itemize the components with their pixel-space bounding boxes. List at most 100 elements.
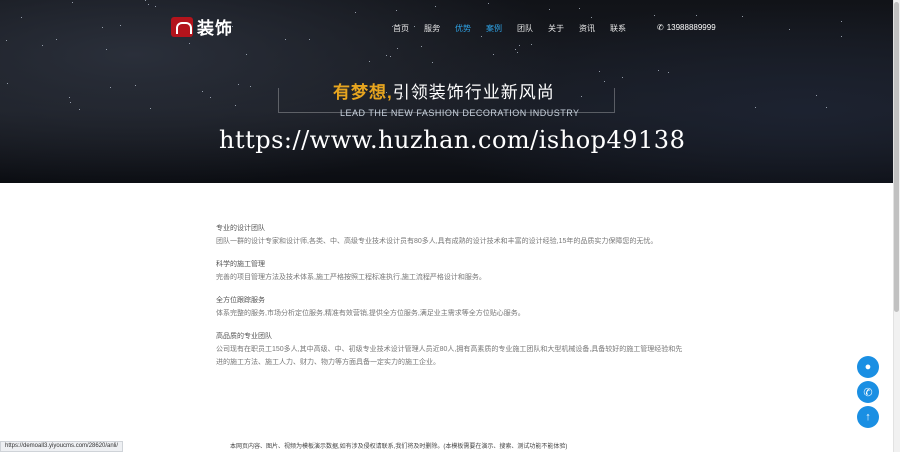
nav-item-cases[interactable]: 案例	[486, 23, 517, 34]
footer-disclaimer: 本网页内容、图片、视频为模板演示数据,如有涉及侵权请联系,我们将及时删除。(本模…	[230, 444, 568, 450]
star	[578, 8, 580, 10]
star	[840, 35, 842, 37]
star	[21, 16, 23, 18]
star	[246, 53, 248, 55]
star	[148, 4, 150, 6]
star	[106, 48, 108, 50]
star	[309, 38, 311, 40]
star	[71, 2, 73, 4]
feature-text: 团队一群的设计专家和设计师,各类、中、高级专业技术设计员有80多人,具有成熟的设…	[216, 238, 658, 245]
feature-item: 全方位跟踪服务 体系完整的服务,市场分析定位服务,精准有效营销,提供全方位服务,…	[216, 294, 686, 320]
slogan-text: 引领装饰行业新风尚	[392, 83, 555, 102]
star	[591, 17, 593, 19]
star	[826, 106, 828, 108]
star	[144, 0, 146, 2]
star	[7, 83, 9, 85]
hero-slogan: 有梦想,引领装饰行业新风尚	[333, 78, 555, 103]
star	[234, 105, 236, 107]
phone-icon: ✆	[657, 23, 664, 32]
star	[516, 51, 518, 53]
nav-item-home[interactable]: 首页	[393, 23, 424, 34]
nav-item-team[interactable]: 团队	[517, 23, 548, 34]
feature-heading: 专业的设计团队	[216, 225, 265, 232]
feature-heading: 高品质的专业团队	[216, 333, 272, 340]
feature-text: 完善的项目管理方法及技术体系,施工严格按照工程标准执行,施工流程严格设计和服务。	[216, 274, 486, 281]
main-nav: 首页 服务 优势 案例 团队 关于 资讯 联系	[393, 23, 641, 34]
call-button[interactable]: ✆	[857, 381, 879, 403]
star	[6, 39, 8, 41]
page-scrollbar[interactable]	[893, 0, 900, 452]
star	[250, 85, 252, 87]
logo-text: 装饰	[197, 19, 233, 38]
star	[434, 5, 436, 7]
star	[210, 97, 211, 99]
star	[110, 87, 112, 89]
feature-item: 专业的设计团队 团队一群的设计专家和设计师,各类、中、高级专业技术设计员有80多…	[216, 222, 686, 248]
star	[135, 85, 137, 86]
hero-sub-slogan: LEAD THE NEW FASHION DECORATION INDUSTRY	[340, 108, 580, 118]
star	[667, 71, 669, 73]
nav-item-service[interactable]: 服务	[424, 23, 455, 34]
star	[431, 61, 433, 63]
feature-item: 科学的施工管理 完善的项目管理方法及技术体系,施工严格按照工程标准执行,施工流程…	[216, 258, 686, 284]
star	[202, 91, 204, 93]
star	[155, 5, 157, 7]
star	[695, 15, 697, 17]
feature-text: 体系完整的服务,市场分析定位服务,精准有效营销,提供全方位服务,满足业主需求等全…	[216, 310, 525, 317]
star	[396, 48, 398, 50]
star	[742, 16, 744, 18]
star	[368, 60, 370, 62]
star	[41, 45, 43, 47]
star	[149, 108, 151, 110]
nav-item-advantage[interactable]: 优势	[455, 23, 486, 34]
qq-button[interactable]: ●	[857, 356, 879, 378]
star	[396, 9, 398, 11]
nav-item-about[interactable]: 关于	[548, 23, 579, 34]
hero-banner: 装饰 首页 服务 优势 案例 团队 关于 资讯 联系 ✆ 13988889999…	[0, 0, 893, 183]
scrollbar-thumb[interactable]	[894, 2, 899, 312]
feature-text: 公司现有在职员工150多人,其中高级、中、初级专业技术设计管理人员近80人,拥有…	[216, 346, 683, 366]
star	[237, 84, 239, 86]
star	[481, 36, 483, 38]
star	[599, 71, 601, 73]
star	[549, 9, 551, 11]
star	[841, 20, 843, 22]
phone-icon: ✆	[863, 386, 873, 399]
star	[101, 26, 103, 28]
back-to-top-button[interactable]: ↑	[857, 406, 879, 428]
nav-item-contact[interactable]: 联系	[610, 23, 641, 34]
star	[390, 55, 392, 57]
star	[385, 54, 387, 56]
star	[78, 108, 80, 110]
star	[284, 39, 286, 41]
slogan-highlight: 有梦想,	[333, 83, 393, 102]
nav-item-news[interactable]: 资讯	[579, 23, 610, 34]
star	[755, 106, 757, 108]
phone-number: 13988889999	[666, 23, 716, 32]
star	[603, 81, 605, 83]
logo-icon	[171, 16, 193, 37]
watermark-url: https://www.huzhan.com/ishop49138	[219, 126, 686, 154]
star	[657, 70, 659, 72]
feature-item: 高品质的专业团队 公司现有在职员工150多人,其中高级、中、初级专业技术设计管理…	[216, 330, 686, 369]
star	[518, 45, 520, 47]
star	[420, 45, 422, 47]
star	[788, 29, 790, 31]
star	[56, 39, 58, 41]
header-phone[interactable]: ✆ 13988889999	[657, 23, 716, 32]
browser-status-url: https://demoall3.yiyoucms.com/28620/anli…	[0, 441, 124, 452]
qq-icon: ●	[864, 361, 872, 373]
star	[493, 53, 495, 55]
star	[69, 96, 71, 98]
features-list: 专业的设计团队 团队一群的设计专家和设计师,各类、中、高级专业技术设计员有80多…	[216, 222, 686, 379]
star	[622, 76, 624, 78]
star	[530, 44, 532, 46]
star	[515, 48, 517, 50]
star	[119, 24, 121, 26]
arrow-up-icon: ↑	[865, 411, 871, 423]
star	[815, 94, 817, 96]
star	[189, 43, 191, 45]
star	[653, 14, 655, 16]
star	[487, 2, 489, 4]
site-logo[interactable]: 装饰	[171, 14, 233, 39]
